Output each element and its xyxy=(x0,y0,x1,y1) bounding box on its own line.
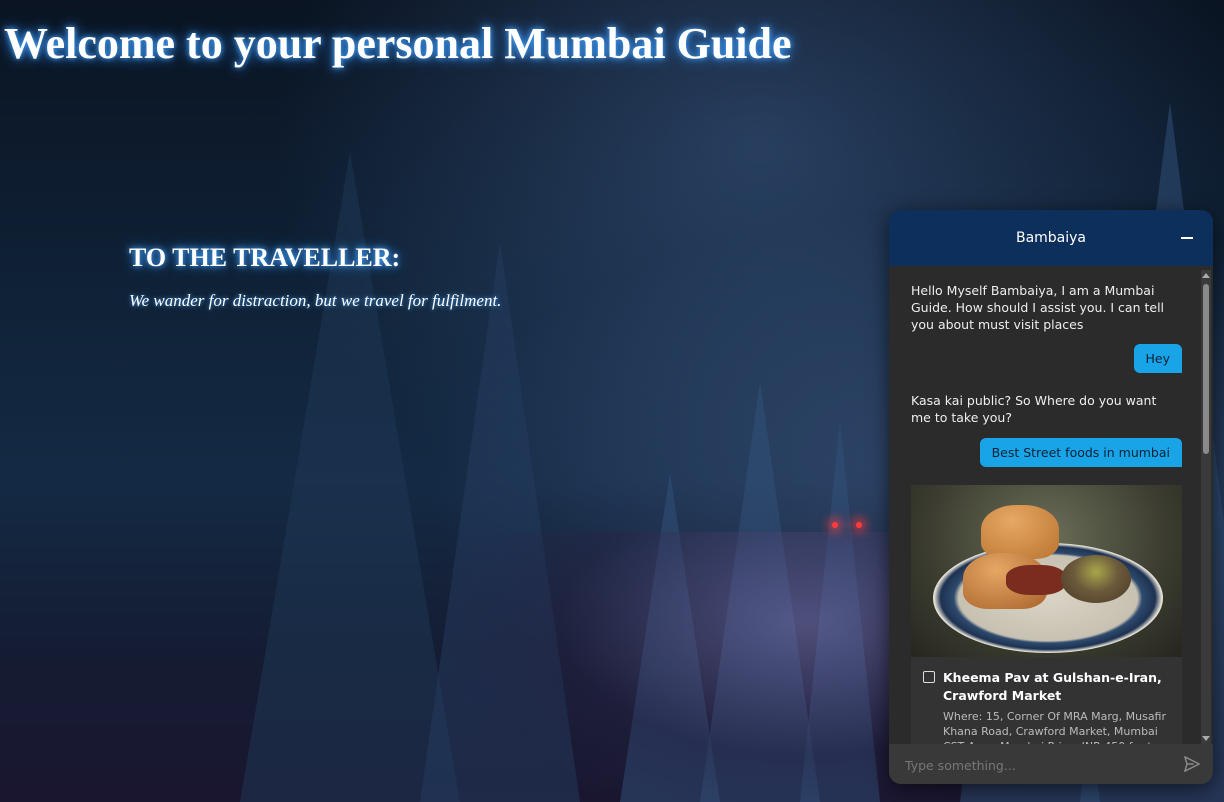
chutney-bowl xyxy=(1061,555,1131,603)
card-description: Where: 15, Corner Of MRA Marg, Musafir K… xyxy=(943,710,1167,744)
scroll-up-arrow-icon[interactable] xyxy=(1202,273,1210,278)
bot-message: Hello Myself Bambaiya, I am a Mumbai Gui… xyxy=(911,283,1165,332)
scroll-thumb[interactable] xyxy=(1203,284,1209,454)
scroll-down-arrow-icon[interactable] xyxy=(1202,736,1210,741)
chat-title: Bambaiya xyxy=(1015,230,1087,246)
card-text: Kheema Pav at Gulshan-e-Iran, Crawford M… xyxy=(911,657,1182,744)
chat-widget: Bambaiya Hello Myself Bambaiya, I am a M… xyxy=(889,210,1213,784)
user-message: Best Street foods in mumbai xyxy=(979,438,1182,467)
image-icon xyxy=(923,671,935,683)
traveller-quote: We wander for distraction, but we travel… xyxy=(129,291,502,310)
chat-input[interactable] xyxy=(903,752,1167,778)
minimize-icon[interactable] xyxy=(1177,228,1197,248)
chat-scrollbar[interactable] xyxy=(1201,270,1211,744)
car-taillight xyxy=(856,522,862,528)
card-food-image xyxy=(911,485,1182,657)
chat-messages[interactable]: Hello Myself Bambaiya, I am a Mumbai Gui… xyxy=(889,266,1213,744)
chat-header: Bambaiya xyxy=(889,210,1213,266)
pav-bun xyxy=(981,505,1059,559)
chat-input-bar xyxy=(889,744,1213,784)
card-title[interactable]: Kheema Pav at Gulshan-e-Iran, Crawford M… xyxy=(943,669,1170,705)
page-title: Welcome to your personal Mumbai Guide xyxy=(4,19,792,68)
send-icon[interactable] xyxy=(1183,755,1201,773)
place-card[interactable]: Kheema Pav at Gulshan-e-Iran, Crawford M… xyxy=(911,485,1182,744)
user-message: Hey xyxy=(1133,344,1182,373)
kheema-filling xyxy=(1006,565,1066,595)
car-taillight xyxy=(832,522,838,528)
bot-message: Kasa kai public? So Where do you want me… xyxy=(911,393,1157,425)
traveller-heading: TO THE TRAVELLER: xyxy=(129,243,401,272)
